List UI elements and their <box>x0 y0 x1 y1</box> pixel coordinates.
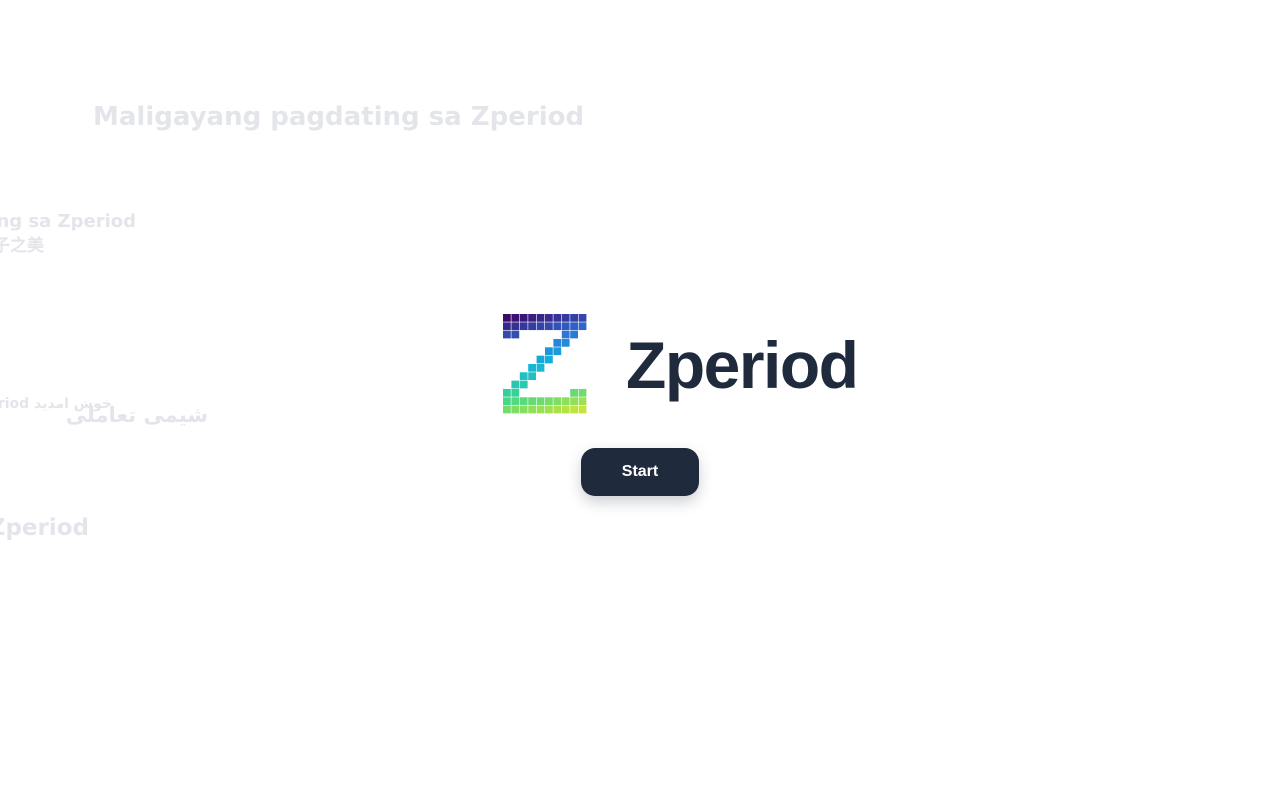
logo-pixel <box>578 405 587 414</box>
logo-pixel <box>553 405 562 414</box>
logo-pixel <box>511 314 520 322</box>
logo-pixel <box>570 405 578 414</box>
logo-pixel <box>561 314 570 322</box>
logo-pixel <box>545 405 553 414</box>
logo-pixel <box>570 322 578 331</box>
logo-pixel <box>519 405 528 414</box>
background-welcome-text: 子之美 <box>0 236 44 256</box>
logo-pixel <box>536 314 545 322</box>
logo-pixel <box>511 388 520 397</box>
logo-pixel <box>519 380 528 389</box>
logo-pixel <box>528 314 536 322</box>
logo-pixel <box>536 405 545 414</box>
logo-pixel <box>545 355 553 364</box>
logo-pixel <box>561 338 570 347</box>
background-welcome-text: Zperiod <box>0 515 89 541</box>
logo-pixel <box>553 338 562 347</box>
background-welcome-text: ating sa Zperiod <box>0 211 136 232</box>
logo-pixel <box>578 388 587 397</box>
background-welcome-text: Maligayang pagdating sa Zperiod <box>93 102 585 132</box>
logo-pixel <box>561 330 570 339</box>
logo-pixel <box>503 405 511 414</box>
app-title: Zperiod <box>626 328 859 402</box>
logo-pixel <box>528 405 536 414</box>
logo-pixel <box>536 355 545 364</box>
logo-pixel <box>545 347 553 356</box>
logo-pixel <box>553 314 562 322</box>
logo-pixel <box>503 388 511 397</box>
logo-pixel <box>545 314 553 322</box>
logo-pixel <box>528 372 536 381</box>
logo-pixel <box>570 388 578 397</box>
logo-pixel <box>511 397 520 406</box>
logo-pixel <box>536 363 545 372</box>
logo-pixel <box>511 322 520 331</box>
start-button[interactable]: Start <box>581 448 699 496</box>
background-welcome-text: شیمی تعاملی <box>65 403 208 427</box>
logo-pixel <box>578 314 587 322</box>
logo-pixel <box>519 322 528 331</box>
logo-pixel <box>503 322 511 331</box>
logo-pixel <box>528 397 536 406</box>
logo-pixel <box>570 397 578 406</box>
logo-pixel <box>553 347 562 356</box>
logo-pixel <box>578 322 587 331</box>
logo-pixel <box>578 397 587 406</box>
logo-pixel <box>561 397 570 406</box>
logo-pixel <box>561 405 570 414</box>
logo-pixel <box>511 330 520 339</box>
logo-pixel <box>511 380 520 389</box>
logo-pixel <box>519 397 528 406</box>
logo-pixel <box>536 322 545 331</box>
logo-pixel <box>519 372 528 381</box>
pixel-z-logo-icon <box>503 314 587 414</box>
logo-pixel <box>536 397 545 406</box>
logo-pixel <box>570 330 578 339</box>
logo-pixel <box>503 397 511 406</box>
logo-pixel <box>545 397 553 406</box>
logo-pixel <box>545 322 553 331</box>
logo-pixel <box>528 322 536 331</box>
welcome-screen: Maligayang pagdating sa Zperiod ating sa… <box>0 0 1280 800</box>
logo-pixel <box>553 322 562 331</box>
brand-lockup: Zperiod <box>503 314 859 414</box>
logo-pixel <box>528 363 536 372</box>
logo-pixel <box>511 405 520 414</box>
logo-pixel <box>570 314 578 322</box>
logo-pixel <box>519 314 528 322</box>
logo-pixel <box>553 397 562 406</box>
logo-pixel <box>503 330 511 339</box>
logo-pixel <box>561 322 570 331</box>
logo-pixel <box>503 314 511 322</box>
